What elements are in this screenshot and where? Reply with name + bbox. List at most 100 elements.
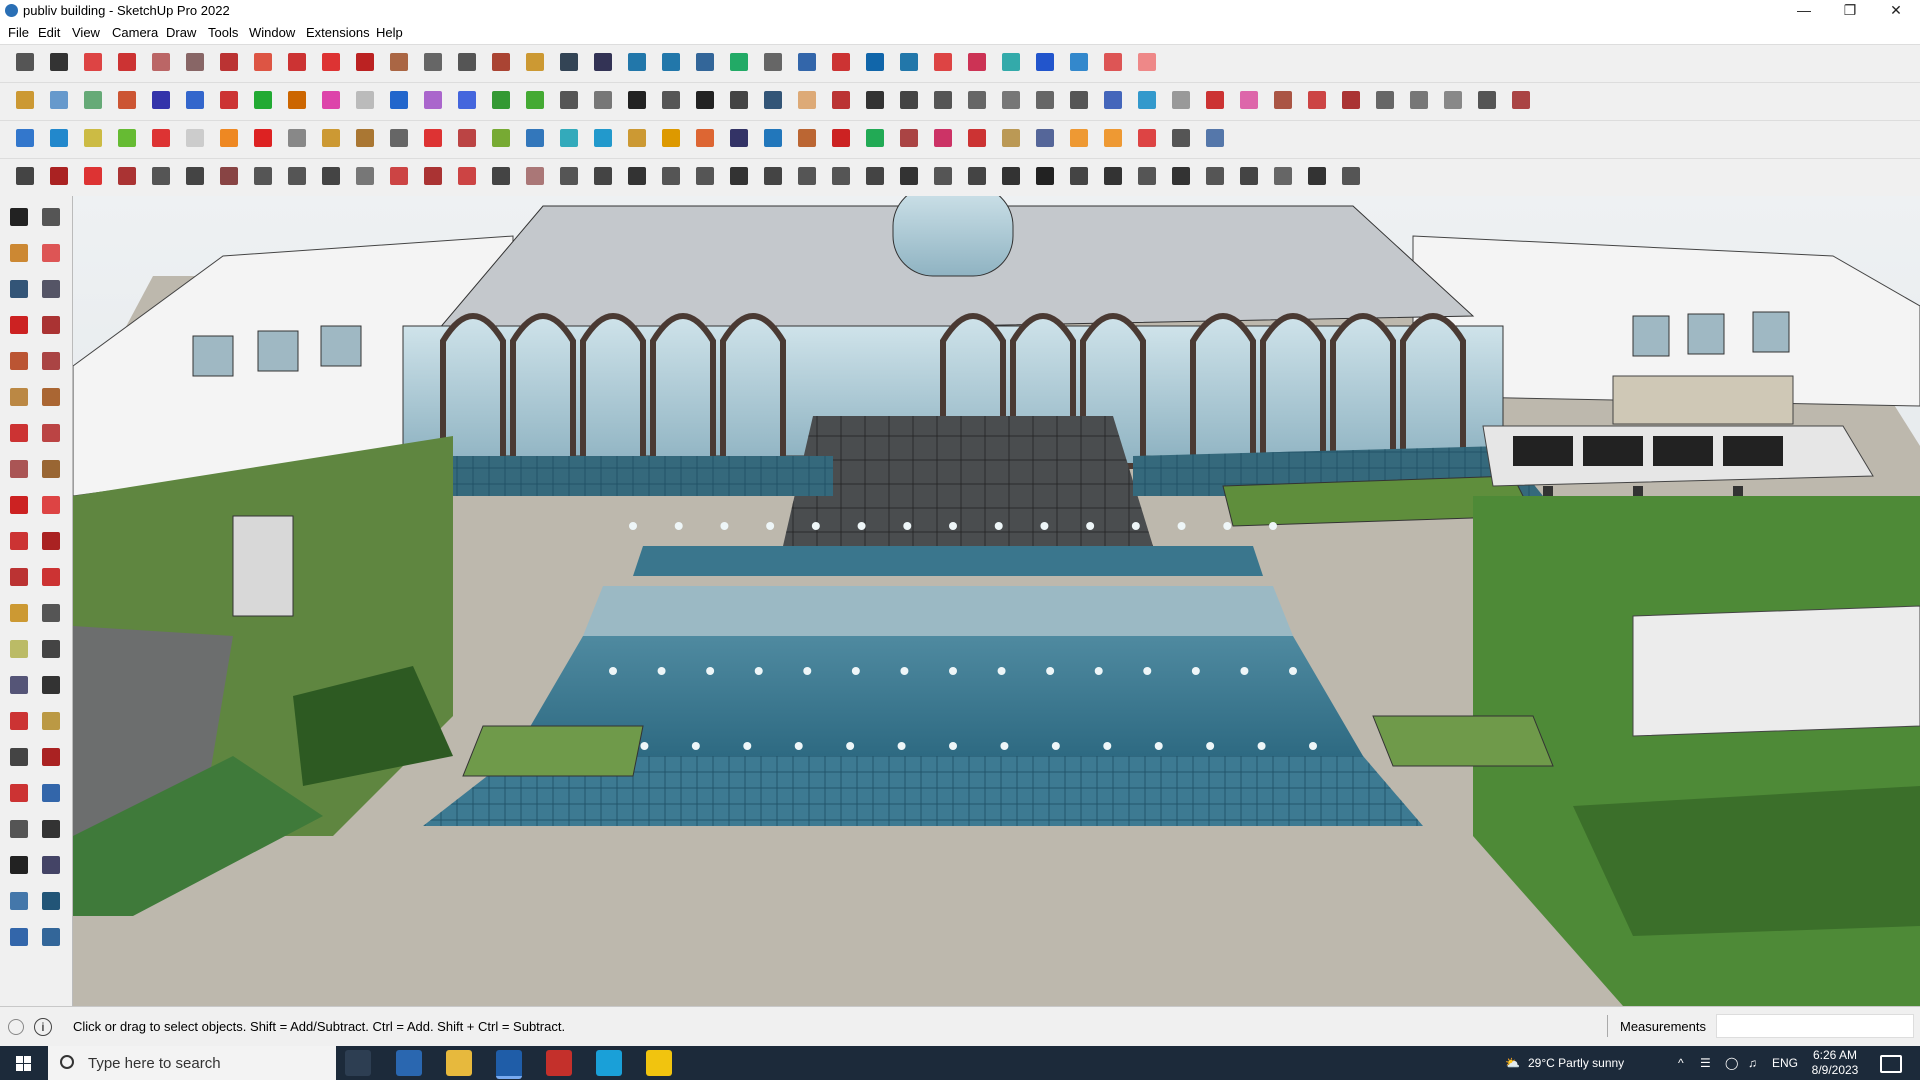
- system-clock[interactable]: 6:26 AM 8/9/2023: [1803, 1048, 1867, 1078]
- menu-window[interactable]: Window: [249, 25, 295, 40]
- toolbar-tool-icon[interactable]: [454, 163, 480, 189]
- toolbar-tool-icon[interactable]: [114, 125, 140, 151]
- toolbar-tool-icon[interactable]: [114, 49, 140, 75]
- select-icon[interactable]: [6, 204, 32, 230]
- toolbar-tool-icon[interactable]: [896, 163, 922, 189]
- protractor-icon[interactable]: [6, 636, 32, 662]
- tag-icon[interactable]: [38, 888, 64, 914]
- 3d-text-icon[interactable]: [38, 672, 64, 698]
- axes-icon[interactable]: [6, 672, 32, 698]
- network-icon[interactable]: ☰: [1700, 1046, 1711, 1080]
- toolbar-tool-icon[interactable]: [284, 49, 310, 75]
- close-button[interactable]: ✕: [1873, 0, 1919, 22]
- weather-icon[interactable]: ⛅: [1505, 1046, 1520, 1080]
- toolbar-tool-icon[interactable]: [1236, 163, 1262, 189]
- toolbar-tool-icon[interactable]: [1032, 87, 1058, 113]
- eraser-icon[interactable]: [38, 240, 64, 266]
- toolbar-tool-icon[interactable]: [1202, 163, 1228, 189]
- toolbar-tool-icon[interactable]: [216, 163, 242, 189]
- tray-overflow-chevron[interactable]: ^: [1678, 1046, 1684, 1080]
- acrobat-icon[interactable]: [546, 1050, 572, 1076]
- maximize-button[interactable]: ❐: [1827, 0, 1873, 22]
- toolbar-tool-icon[interactable]: [1032, 163, 1058, 189]
- toolbar-tool-icon[interactable]: [794, 163, 820, 189]
- toolbar-tool-icon[interactable]: [828, 49, 854, 75]
- toolbar-tool-icon[interactable]: [318, 125, 344, 151]
- arc-icon[interactable]: [6, 420, 32, 446]
- toolbar-tool-icon[interactable]: [1202, 125, 1228, 151]
- toolbar-tool-icon[interactable]: [1304, 87, 1330, 113]
- toolbar-tool-icon[interactable]: [12, 125, 38, 151]
- toolbar-tool-icon[interactable]: [658, 125, 684, 151]
- calculator-icon[interactable]: [396, 1050, 422, 1076]
- toolbar-tool-icon[interactable]: [386, 125, 412, 151]
- toolbar-tool-icon[interactable]: [148, 49, 174, 75]
- layers-icon[interactable]: [6, 924, 32, 950]
- toolbar-tool-icon[interactable]: [182, 125, 208, 151]
- toolbar-tool-icon[interactable]: [1066, 125, 1092, 151]
- toolbar-tool-icon[interactable]: [930, 125, 956, 151]
- toolbar-tool-icon[interactable]: [760, 49, 786, 75]
- toolbar-tool-icon[interactable]: [760, 125, 786, 151]
- toolbar-tool-icon[interactable]: [692, 125, 718, 151]
- pie-icon[interactable]: [38, 456, 64, 482]
- toolbar-tool-icon[interactable]: [1440, 87, 1466, 113]
- toolbar-tool-icon[interactable]: [1236, 87, 1262, 113]
- orbit-nav-icon[interactable]: [6, 708, 32, 734]
- toolbar-tool-icon[interactable]: [318, 87, 344, 113]
- toolbar-tool-icon[interactable]: [386, 87, 412, 113]
- toolbar-tool-icon[interactable]: [624, 87, 650, 113]
- toolbar-tool-icon[interactable]: [488, 87, 514, 113]
- toolbar-tool-icon[interactable]: [80, 87, 106, 113]
- toolbar-tool-icon[interactable]: [556, 87, 582, 113]
- offset-icon[interactable]: [38, 564, 64, 590]
- toolbar-tool-icon[interactable]: [1066, 49, 1092, 75]
- push-pull-icon[interactable]: [38, 492, 64, 518]
- model-viewport[interactable]: [73, 196, 1920, 1006]
- toolbar-tool-icon[interactable]: [1134, 125, 1160, 151]
- toolbar-tool-icon[interactable]: [930, 49, 956, 75]
- toolbar-tool-icon[interactable]: [420, 49, 446, 75]
- toolbar-tool-icon[interactable]: [556, 163, 582, 189]
- toolbar-tool-icon[interactable]: [1372, 87, 1398, 113]
- toolbar-tool-icon[interactable]: [964, 87, 990, 113]
- sketchup-taskbar-icon[interactable]: [496, 1050, 522, 1079]
- toolbar-tool-icon[interactable]: [182, 87, 208, 113]
- toolbar-tool-icon[interactable]: [284, 163, 310, 189]
- toolbar-tool-icon[interactable]: [1134, 49, 1160, 75]
- taskbar-search-box[interactable]: Type here to search: [48, 1046, 336, 1080]
- toolbar-tool-icon[interactable]: [522, 87, 548, 113]
- move-icon[interactable]: [6, 492, 32, 518]
- toolbar-tool-icon[interactable]: [250, 125, 276, 151]
- toolbar-tool-icon[interactable]: [1100, 125, 1126, 151]
- toolbar-tool-icon[interactable]: [216, 49, 242, 75]
- toolbar-tool-icon[interactable]: [692, 49, 718, 75]
- toolbar-tool-icon[interactable]: [658, 87, 684, 113]
- menu-help[interactable]: Help: [376, 25, 403, 40]
- toolbar-tool-icon[interactable]: [488, 163, 514, 189]
- toolbar-tool-icon[interactable]: [794, 49, 820, 75]
- toolbar-tool-icon[interactable]: [284, 125, 310, 151]
- toolbar-tool-icon[interactable]: [998, 49, 1024, 75]
- toolbar-tool-icon[interactable]: [692, 87, 718, 113]
- toolbar-tool-icon[interactable]: [12, 87, 38, 113]
- zoom-extents-icon[interactable]: [6, 780, 32, 806]
- toolbar-tool-icon[interactable]: [1202, 87, 1228, 113]
- notifications-icon[interactable]: [1880, 1055, 1902, 1073]
- toolbar-tool-icon[interactable]: [1168, 87, 1194, 113]
- sandbox-icon[interactable]: [6, 888, 32, 914]
- toolbar-tool-icon[interactable]: [1100, 163, 1126, 189]
- toolbar-tool-icon[interactable]: [46, 87, 72, 113]
- menu-camera[interactable]: Camera: [112, 25, 158, 40]
- dimension-icon[interactable]: [38, 600, 64, 626]
- toolbar-tool-icon[interactable]: [488, 125, 514, 151]
- toolbar-tool-icon[interactable]: [522, 125, 548, 151]
- toolbar-tool-icon[interactable]: [624, 49, 650, 75]
- toolbar-tool-icon[interactable]: [1270, 87, 1296, 113]
- toolbar-tool-icon[interactable]: [1270, 163, 1296, 189]
- toolbar-tool-icon[interactable]: [1134, 87, 1160, 113]
- wifi-icon[interactable]: ◯: [1725, 1046, 1738, 1080]
- toolbar-tool-icon[interactable]: [828, 125, 854, 151]
- toolbar-tool-icon[interactable]: [284, 87, 310, 113]
- toolbar-tool-icon[interactable]: [726, 49, 752, 75]
